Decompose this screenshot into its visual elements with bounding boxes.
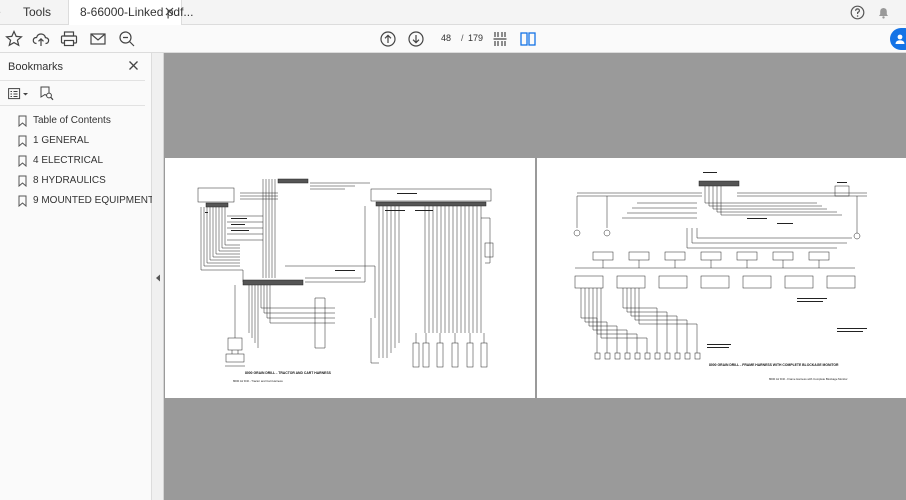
home-tab-partial[interactable]: e xyxy=(0,0,1,25)
user-account-button[interactable] xyxy=(890,28,906,50)
bookmark-item[interactable]: Table of Contents xyxy=(18,113,138,131)
next-page-icon[interactable] xyxy=(406,29,426,49)
frame-harness-diagram xyxy=(573,172,867,360)
tools-tab[interactable]: Tools xyxy=(23,0,51,25)
bookmark-icon xyxy=(18,195,27,207)
bookmarks-toolbar xyxy=(0,80,145,106)
bookmark-icon xyxy=(18,115,27,127)
bookmark-label: 9 MOUNTED EQUIPMENT xyxy=(33,195,155,206)
panel-collapse-handle[interactable] xyxy=(152,53,164,500)
bookmark-label: 4 ELECTRICAL xyxy=(33,155,104,166)
bookmark-item[interactable]: 1 GENERAL xyxy=(18,133,138,151)
bookmark-icon xyxy=(18,135,27,147)
page-number-input[interactable]: 48 xyxy=(433,30,459,47)
two-page-view-icon[interactable] xyxy=(518,29,538,49)
email-icon[interactable] xyxy=(88,29,108,49)
bookmark-icon xyxy=(18,155,27,167)
document-tab[interactable]: 8-66000-Linked pdf... xyxy=(68,0,193,25)
notification-bell-icon[interactable] xyxy=(876,5,891,20)
page-right: 8000 GRAIN DRILL - FRAME HARNESS WITH CO… xyxy=(537,158,906,398)
bookmark-label: 1 GENERAL xyxy=(33,135,90,146)
bookmarks-panel-title: Bookmarks xyxy=(8,61,64,73)
document-viewer[interactable]: 8000 GRAIN DRILL - TRACTOR AND CART HARN… xyxy=(164,53,906,500)
page-left: 8000 GRAIN DRILL - TRACTOR AND CART HARN… xyxy=(165,158,535,398)
document-tab-label: 8-66000-Linked pdf... xyxy=(80,5,194,19)
close-tab-icon[interactable] xyxy=(164,6,175,17)
bookmark-label: 8 HYDRAULICS xyxy=(33,175,106,186)
print-icon[interactable] xyxy=(59,29,79,49)
bookmark-label: Table of Contents xyxy=(33,115,111,126)
find-bookmark-icon[interactable] xyxy=(40,86,54,101)
bookmark-options-icon[interactable] xyxy=(8,88,30,100)
bookmarks-panel: Bookmarks Table of Contents 1 GENERAL 4 … xyxy=(0,53,154,500)
user-icon xyxy=(895,34,905,44)
main-toolbar: 48 / 179 xyxy=(0,25,906,53)
previous-page-icon[interactable] xyxy=(378,29,398,49)
zoom-out-icon[interactable] xyxy=(117,29,137,49)
bookmark-icon xyxy=(18,175,27,187)
bookmark-item[interactable]: 8 HYDRAULICS xyxy=(18,173,138,191)
scroll-mode-icon[interactable] xyxy=(490,29,510,49)
right-page-subcaption: 8000 Air Drill - Frame Harness with Comp… xyxy=(769,377,848,381)
help-icon[interactable] xyxy=(850,5,865,20)
page-separator: / xyxy=(461,33,464,43)
collapse-arrow-icon xyxy=(156,274,160,282)
bookmark-star-icon[interactable] xyxy=(4,29,24,49)
tractor-cart-harness-diagram xyxy=(197,178,494,368)
page-count: 179 xyxy=(468,33,484,43)
close-panel-icon[interactable] xyxy=(128,60,139,71)
cloud-upload-icon[interactable] xyxy=(31,29,51,49)
tab-bar: e Tools 8-66000-Linked pdf... xyxy=(0,0,906,25)
left-page-caption: 8000 GRAIN DRILL - TRACTOR AND CART HARN… xyxy=(245,371,331,375)
left-page-subcaption: 8000 Air Drill - Tractor and Cart Harnes… xyxy=(233,379,283,383)
bookmark-item[interactable]: 9 MOUNTED EQUIPMENT xyxy=(18,193,154,211)
bookmark-item[interactable]: 4 ELECTRICAL xyxy=(18,153,138,171)
right-page-caption: 8000 GRAIN DRILL - FRAME HARNESS WITH CO… xyxy=(709,363,839,367)
